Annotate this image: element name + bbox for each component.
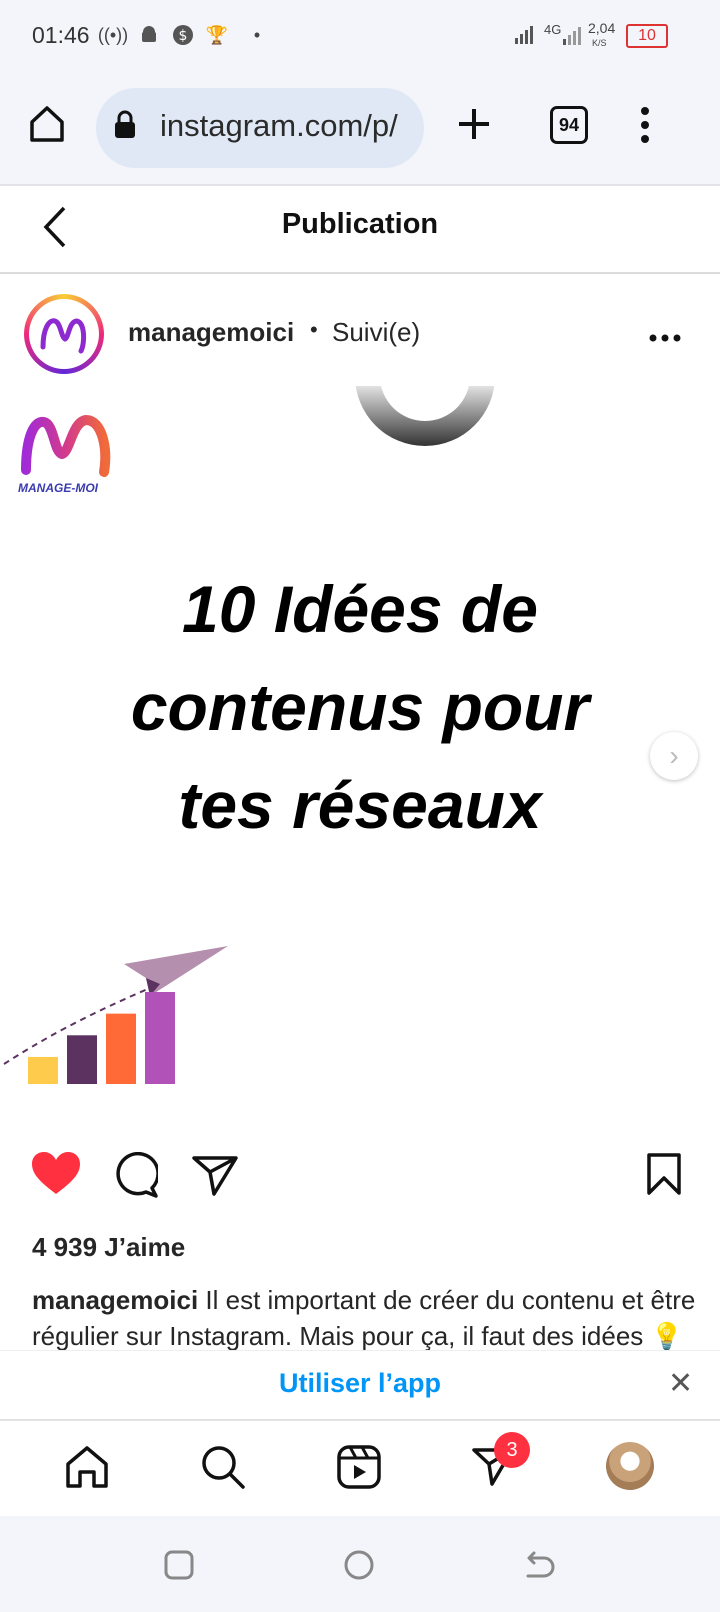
post-caption: managemoici Il est important de créer du…	[32, 1282, 702, 1354]
system-back-icon[interactable]	[524, 1550, 556, 1585]
chart-bar-1	[28, 1056, 58, 1084]
chart-bar-2	[67, 1035, 97, 1084]
more-vert-icon[interactable]	[638, 106, 652, 149]
nav-home-icon[interactable]	[64, 1444, 110, 1495]
like-icon[interactable]	[30, 1150, 82, 1201]
save-icon[interactable]	[646, 1152, 682, 1201]
separator-dot: •	[310, 317, 318, 342]
close-icon[interactable]: ✕	[668, 1366, 693, 1401]
signal-icon	[514, 24, 536, 51]
post-options-icon[interactable]	[648, 330, 682, 348]
battery-icon: 10	[626, 24, 668, 48]
android-icon	[138, 24, 160, 46]
headline-line-2: contenus pour	[130, 670, 590, 744]
svg-text:$: $	[179, 28, 188, 44]
comment-icon[interactable]	[112, 1151, 160, 1203]
post-username[interactable]: managemoici	[128, 317, 294, 348]
follow-status[interactable]: Suivi(e)	[332, 317, 420, 348]
paper-plane-icon	[124, 946, 228, 996]
url-text[interactable]: instagram.com/p/	[160, 108, 408, 144]
brand-logo: MANAGE-MOI	[18, 408, 118, 498]
home-icon[interactable]	[28, 104, 66, 149]
nav-search-icon[interactable]	[200, 1444, 246, 1495]
trophy-icon: 🏆	[205, 24, 229, 45]
clock: 01:46	[32, 22, 90, 48]
profile-avatar[interactable]	[29, 299, 99, 369]
decorative-arc	[355, 386, 495, 446]
tab-switcher-button[interactable]: 94	[550, 106, 588, 144]
system-home-icon[interactable]	[344, 1550, 374, 1585]
likes-count[interactable]: 4 939 J’aime	[32, 1232, 185, 1263]
growth-chart	[3, 946, 228, 1084]
system-navigation	[0, 1516, 720, 1612]
network-type: 4G	[544, 22, 562, 37]
page-title: Publication	[281, 208, 439, 240]
nav-reels-icon[interactable]	[336, 1444, 382, 1495]
lock-icon	[114, 110, 136, 145]
dollar-icon: $	[172, 24, 194, 46]
chart-bar-3	[106, 1013, 136, 1084]
status-bar: 01:46 ((•)) $ 🏆 • 4G 2,04 K/S 10	[0, 0, 720, 72]
data-speed: 2,04	[588, 20, 616, 36]
page-header: Publication	[0, 186, 720, 274]
carousel-next-button[interactable]: ›	[650, 732, 698, 780]
nav-profile-avatar[interactable]	[606, 1442, 654, 1490]
post-headline: 10 Idées de contenus pour tes réseaux	[0, 560, 720, 854]
hotspot-icon: ((•))	[97, 24, 129, 45]
messages-badge: 3	[494, 1432, 530, 1468]
use-app-link[interactable]: Utiliser l’app	[0, 1368, 720, 1399]
recents-icon[interactable]	[164, 1550, 194, 1585]
share-icon[interactable]	[192, 1154, 238, 1201]
headline-line-1: 10 Idées de	[182, 572, 538, 646]
chart-bar-4	[145, 992, 175, 1084]
headline-line-3: tes réseaux	[178, 768, 542, 842]
logo-text: MANAGE-MOI	[18, 481, 98, 495]
new-tab-icon[interactable]	[456, 106, 492, 147]
notification-dot-icon: •	[253, 24, 261, 45]
signal-2-icon	[562, 26, 582, 51]
caption-username[interactable]: managemoici	[32, 1285, 198, 1315]
data-speed-unit: K/S	[592, 38, 607, 48]
